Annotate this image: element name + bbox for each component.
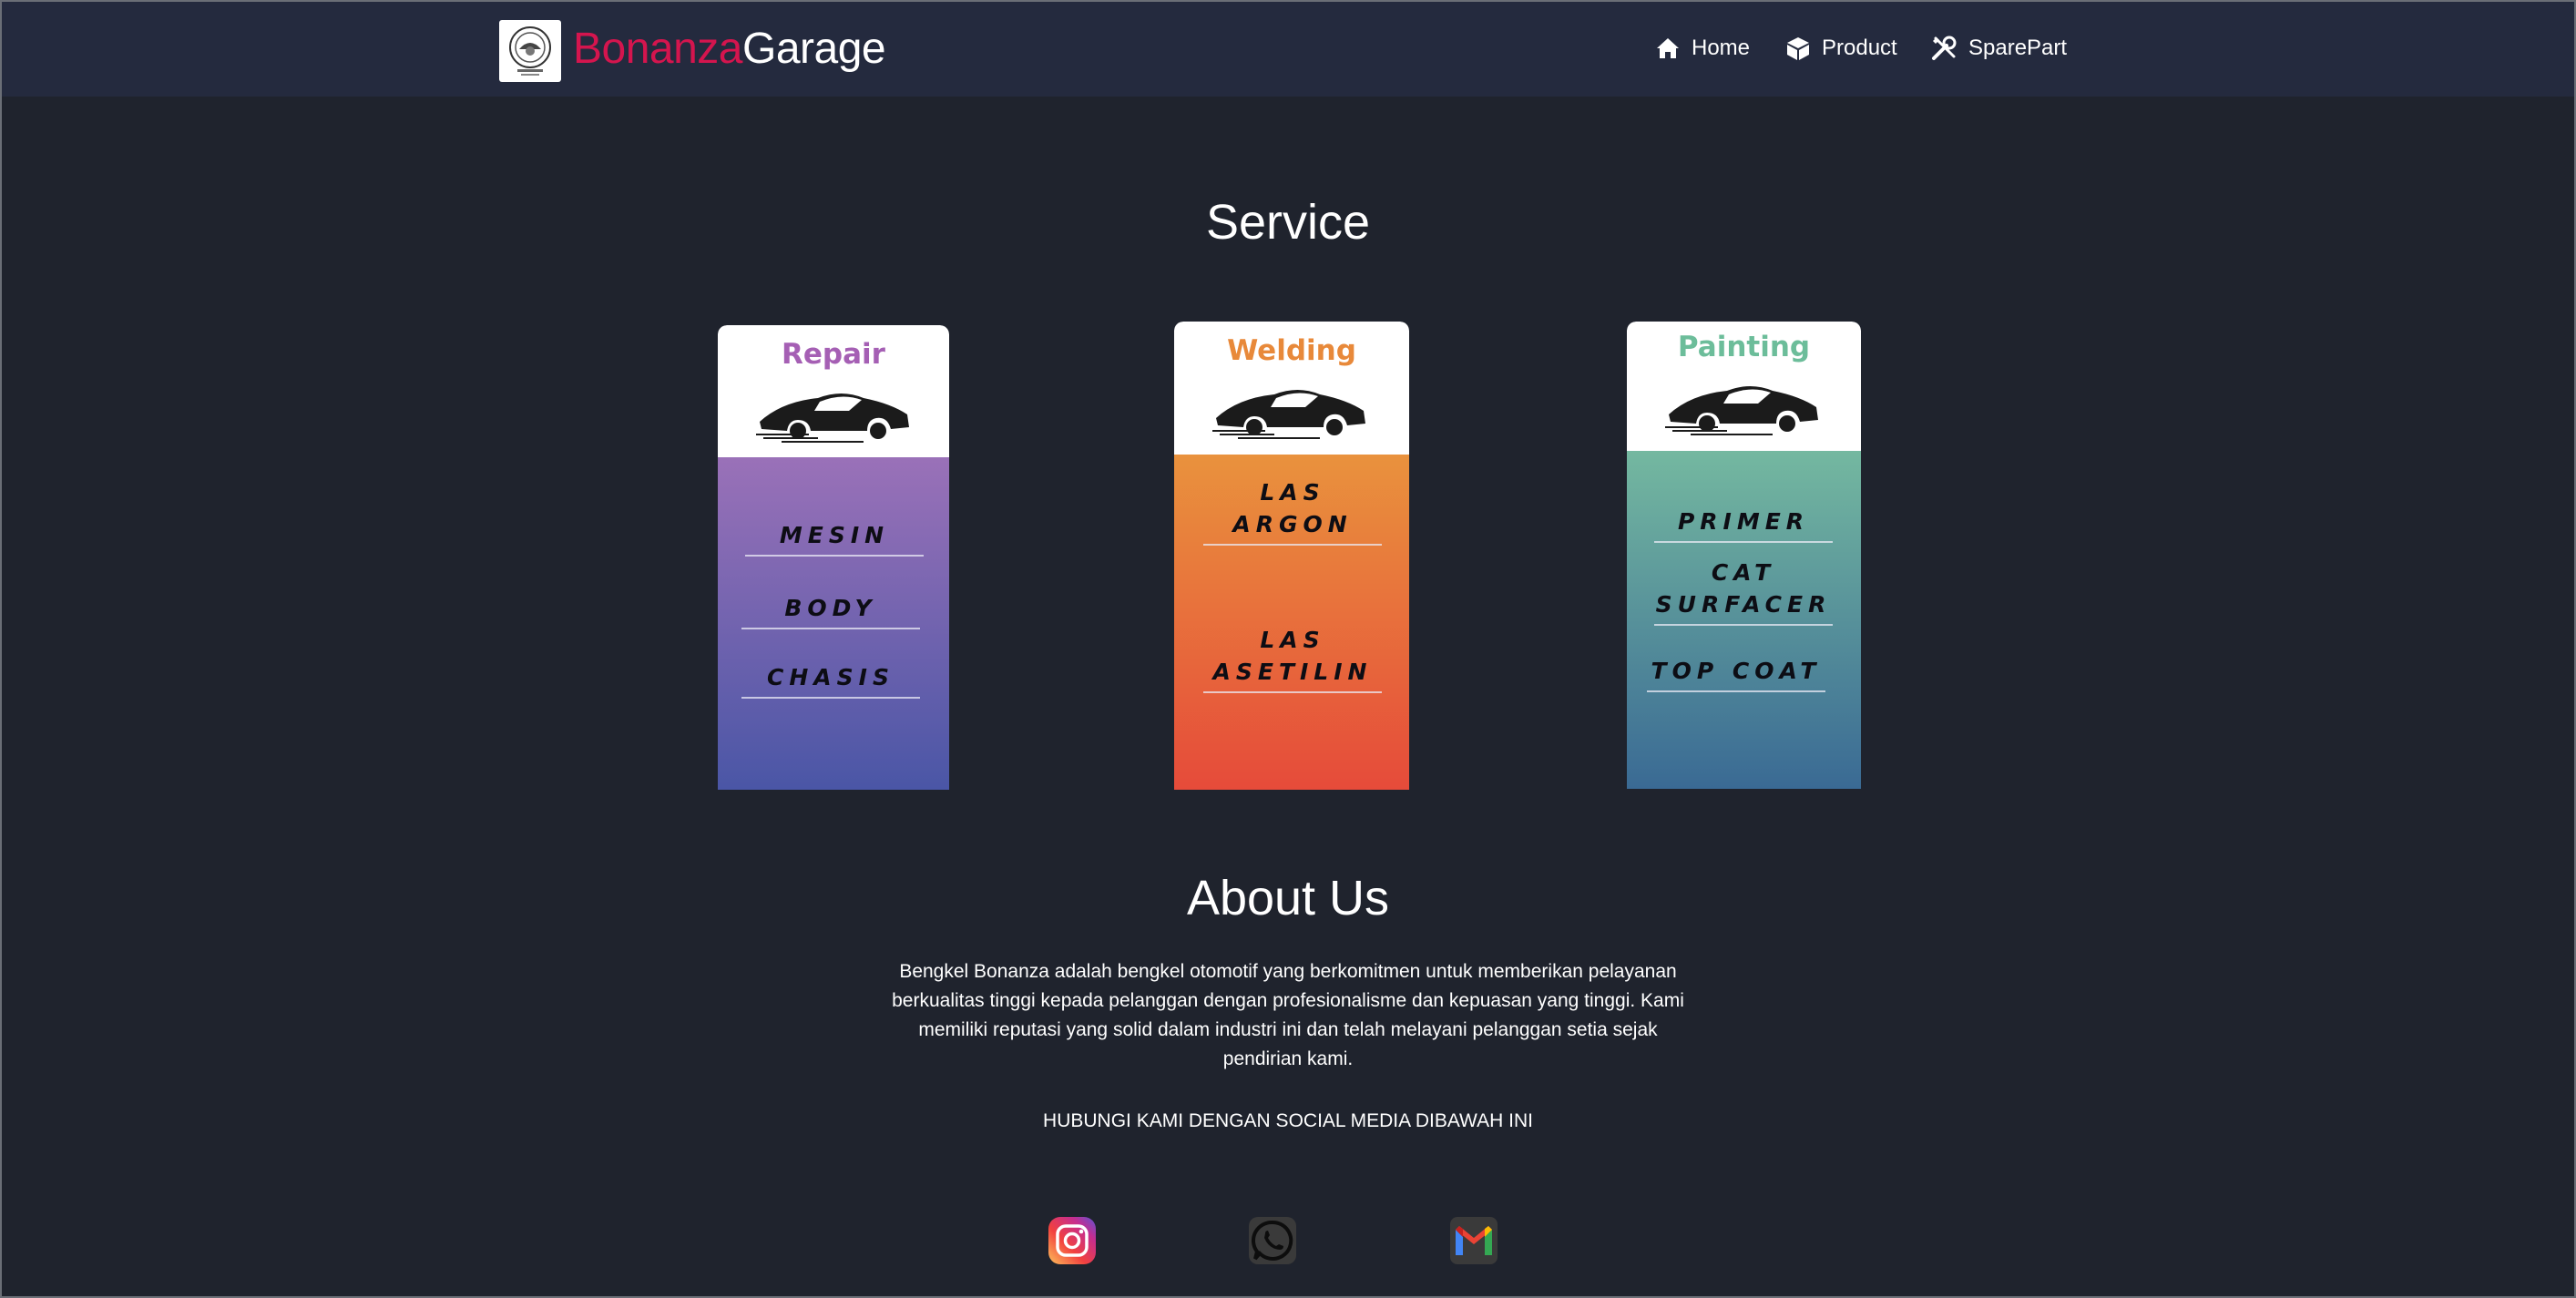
card-header: Welding bbox=[1174, 322, 1409, 455]
service-card-repair[interactable]: Repair MESIN BODY CHASIS bbox=[718, 325, 949, 790]
card-header: Painting bbox=[1627, 322, 1861, 451]
service-item[interactable]: CAT SURFACER bbox=[1654, 557, 1833, 626]
car-icon bbox=[1212, 390, 1365, 439]
card-body-repair: MESIN BODY CHASIS bbox=[718, 457, 949, 790]
service-item[interactable]: MESIN bbox=[745, 519, 924, 557]
home-icon bbox=[1657, 38, 1679, 58]
service-item[interactable]: LAS ARGON bbox=[1203, 476, 1382, 546]
brand-name[interactable]: BonanzaGarage bbox=[573, 20, 886, 78]
instagram-icon bbox=[1048, 1217, 1096, 1264]
service-item[interactable]: PRIMER bbox=[1654, 506, 1833, 543]
card-body-welding: LAS ARGON LAS ASETILIN bbox=[1174, 455, 1409, 790]
gmail-link[interactable] bbox=[1448, 1215, 1499, 1266]
brand-name-part2: Garage bbox=[742, 25, 886, 73]
car-icon bbox=[1665, 386, 1818, 435]
garage-emblem-icon bbox=[509, 26, 551, 76]
card-title-repair: Repair bbox=[782, 338, 885, 371]
instagram-link[interactable] bbox=[1047, 1215, 1098, 1266]
service-item[interactable]: LAS ASETILIN bbox=[1203, 624, 1382, 693]
brand-logo[interactable] bbox=[499, 20, 561, 82]
service-card-welding[interactable]: Welding LAS ARGON LAS ASETILIN bbox=[1174, 322, 1409, 790]
service-title: Service bbox=[1205, 195, 1371, 250]
service-card-painting[interactable]: Painting PRIMER CAT SURFACER TOP COAT bbox=[1627, 322, 1861, 789]
service-item[interactable]: TOP COAT bbox=[1647, 655, 1825, 692]
contact-prompt: HUBUNGI KAMI DENGAN SOCIAL MEDIA DIBAWAH… bbox=[1043, 1110, 1533, 1131]
card-header: Repair bbox=[718, 325, 949, 457]
about-title: About Us bbox=[1186, 871, 1390, 925]
service-item[interactable]: BODY bbox=[741, 592, 920, 629]
nav-sparepart[interactable]: SparePart bbox=[1930, 33, 2067, 64]
card-body-painting: PRIMER CAT SURFACER TOP COAT bbox=[1627, 451, 1861, 789]
whatsapp-link[interactable] bbox=[1247, 1215, 1298, 1266]
card-title-welding: Welding bbox=[1227, 334, 1356, 367]
tools-icon bbox=[1932, 36, 1957, 60]
gmail-icon bbox=[1450, 1217, 1498, 1264]
nav-home[interactable]: Home bbox=[1655, 33, 1750, 64]
card-title-painting: Painting bbox=[1677, 331, 1811, 363]
nav-sparepart-label: SparePart bbox=[1968, 36, 2068, 60]
about-description: Bengkel Bonanza adalah bengkel otomotif … bbox=[892, 961, 1684, 1069]
service-item[interactable]: CHASIS bbox=[741, 661, 920, 699]
brand-name-part1: Bonanza bbox=[573, 25, 743, 73]
box-icon bbox=[1787, 37, 1809, 60]
nav-home-label: Home bbox=[1692, 36, 1751, 60]
navbar: BonanzaGarage Home Product SparePart bbox=[2, 2, 2574, 97]
nav-product[interactable]: Product bbox=[1785, 33, 1897, 64]
nav-product-label: Product bbox=[1822, 36, 1897, 60]
car-icon bbox=[756, 393, 909, 443]
whatsapp-icon bbox=[1249, 1217, 1296, 1264]
